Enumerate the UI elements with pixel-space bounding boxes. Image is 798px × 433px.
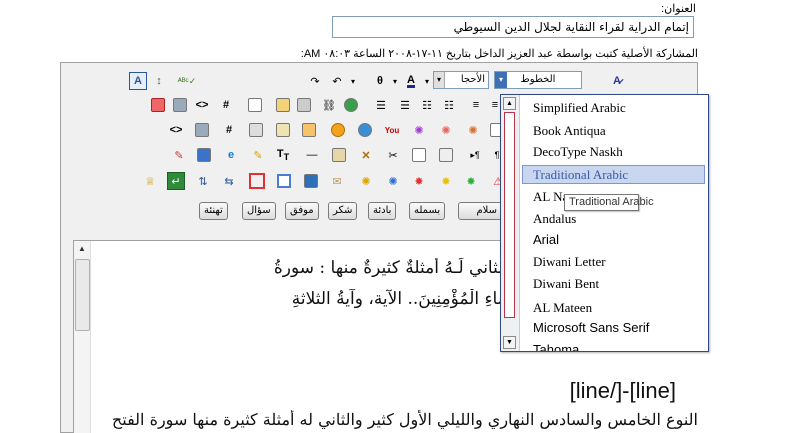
- font-option[interactable]: Andalus: [533, 211, 576, 227]
- font-size-icon[interactable]: TT: [274, 146, 292, 164]
- highlighter-red-icon[interactable]: ✎: [170, 146, 188, 164]
- play-icon[interactable]: [329, 121, 347, 139]
- code-tag-icon[interactable]: <>: [167, 121, 185, 139]
- chevron-down-icon[interactable]: ▾: [495, 72, 507, 88]
- youtube-icon[interactable]: You: [383, 121, 401, 139]
- redo-icon[interactable]: ↷: [306, 72, 324, 90]
- paste-icon[interactable]: [437, 146, 455, 164]
- close-icon[interactable]: ✕: [357, 146, 375, 164]
- text-style-icon[interactable]: A: [129, 72, 147, 90]
- font-family-select[interactable]: ▾ الخطوط: [494, 71, 582, 89]
- quick-button-question[interactable]: سؤال: [242, 202, 276, 220]
- content-line-3: النوع الخامس والسادس النهاري والليلي الأ…: [111, 410, 698, 429]
- remove-format-icon[interactable]: A̷: [608, 72, 626, 90]
- quick-button-opening[interactable]: بادئة: [368, 202, 397, 220]
- font-option[interactable]: Tahoma: [533, 342, 579, 351]
- chevron-down-icon[interactable]: ▾: [434, 72, 445, 88]
- print-icon[interactable]: [149, 96, 167, 114]
- sparkle-purple-icon[interactable]: ✺: [410, 121, 428, 139]
- award-icon[interactable]: ♕: [141, 172, 159, 190]
- indent-icon[interactable]: ☰: [372, 96, 390, 114]
- scroll-down-icon[interactable]: ▼: [503, 336, 516, 349]
- hash-icon[interactable]: #: [217, 96, 235, 114]
- code-icon[interactable]: <>: [193, 96, 211, 114]
- title-label: العنوان:: [661, 3, 696, 15]
- swap-vertical-icon[interactable]: ⇅: [194, 172, 212, 190]
- cut-icon[interactable]: ✂: [384, 146, 402, 164]
- scroll-thumb[interactable]: [75, 259, 90, 331]
- undo-dropdown-icon[interactable]: ▾: [344, 72, 362, 90]
- font-size-select[interactable]: ▾ الأحجا: [433, 71, 489, 89]
- font-option-selected[interactable]: Traditional Arabic: [522, 165, 705, 184]
- sparkles-multicolor-icon[interactable]: ✺: [357, 172, 375, 190]
- font-option[interactable]: Simplified Arabic: [533, 100, 626, 116]
- font-option[interactable]: Diwani Letter: [533, 254, 606, 270]
- star-red-icon[interactable]: ✸: [410, 172, 428, 190]
- quote-icon[interactable]: [246, 96, 264, 114]
- php-tag-icon[interactable]: [193, 121, 211, 139]
- sparkles-blue-icon[interactable]: ✺: [384, 172, 402, 190]
- link-icon[interactable]: ⛓: [320, 96, 338, 114]
- spellcheck-icon[interactable]: ᴬᴮᶜ✓: [178, 72, 197, 90]
- hash-tag-icon[interactable]: #: [220, 121, 238, 139]
- sparkle-red-icon[interactable]: ✺: [437, 121, 455, 139]
- quick-button-good-luck[interactable]: موفق: [285, 202, 319, 220]
- content-scrollbar[interactable]: ▲: [74, 241, 91, 433]
- title-input[interactable]: إتمام الدراية لقراء النقاية لجلال الدين …: [332, 16, 694, 38]
- media-icon[interactable]: [295, 96, 313, 114]
- font-option[interactable]: Diwani Bent: [533, 276, 599, 292]
- star-green-icon[interactable]: ✸: [462, 172, 480, 190]
- clipboard-icon[interactable]: [330, 146, 348, 164]
- align-icon[interactable]: ≡: [467, 96, 485, 114]
- scroll-up-icon[interactable]: ▲: [503, 97, 516, 110]
- enter-icon[interactable]: ↵: [167, 172, 185, 190]
- font-family-select-value: الخطوط: [520, 74, 556, 85]
- image-icon[interactable]: [274, 96, 292, 114]
- frame-icon[interactable]: [274, 121, 292, 139]
- font-option[interactable]: Arial: [533, 232, 559, 247]
- scroll-up-icon[interactable]: ▲: [74, 241, 90, 257]
- font-dropdown-list[interactable]: ▲ ▼ Simplified Arabic Book Antiqua DecoT…: [500, 94, 709, 352]
- star-yellow-icon[interactable]: ✸: [437, 172, 455, 190]
- dropdown-scrollbar[interactable]: ▲ ▼: [501, 95, 520, 351]
- highlighter-yellow-icon[interactable]: ✎: [249, 146, 267, 164]
- text-direction-icon[interactable]: ↕: [150, 72, 168, 90]
- font-option[interactable]: Book Antiqua: [533, 123, 606, 139]
- bullet-list-icon[interactable]: ☷: [418, 96, 436, 114]
- php-icon[interactable]: [171, 96, 189, 114]
- quick-button-thanks[interactable]: شكر: [328, 202, 358, 220]
- numbered-list-icon[interactable]: ☷: [440, 96, 458, 114]
- ltr-icon[interactable]: ▸¶: [466, 146, 484, 164]
- stamp-icon[interactable]: ✉: [328, 172, 346, 190]
- screen-icon[interactable]: [302, 172, 320, 190]
- copy-icon[interactable]: [410, 146, 428, 164]
- posted-info: المشاركة الأصلية كتبت بواسطة عبد العزيز …: [300, 48, 698, 60]
- font-option[interactable]: AL Mateen: [533, 300, 592, 316]
- font-option[interactable]: Microsoft Sans Serif: [533, 320, 649, 335]
- globe-icon[interactable]: [342, 96, 360, 114]
- quick-button-congrats[interactable]: تهنئة: [199, 202, 228, 220]
- outdent-icon[interactable]: ☰: [396, 96, 414, 114]
- frame-box-icon[interactable]: [275, 172, 293, 190]
- book-icon[interactable]: [195, 146, 213, 164]
- font-option[interactable]: DecoType Naskh: [533, 144, 623, 160]
- border-box-icon[interactable]: [248, 172, 266, 190]
- content-line-tag: [line]-[/line]: [569, 378, 676, 403]
- font-tooltip: Traditional Arabic: [564, 194, 654, 211]
- quick-button-salam[interactable]: سلام: [458, 202, 502, 220]
- dropdown-scroll-thumb[interactable]: [504, 112, 515, 318]
- horizontal-rule-icon[interactable]: —: [303, 146, 321, 164]
- swap-horizontal-icon[interactable]: ⇆: [220, 172, 238, 190]
- font-size-select-value: الأحجا: [460, 74, 485, 85]
- info-icon[interactable]: [356, 121, 374, 139]
- quick-button-basmala[interactable]: بسمله: [409, 202, 446, 220]
- sparkle-orange-icon[interactable]: ✺: [464, 121, 482, 139]
- table-icon[interactable]: [247, 121, 265, 139]
- box-icon[interactable]: [300, 121, 318, 139]
- ie-icon[interactable]: e: [222, 146, 240, 164]
